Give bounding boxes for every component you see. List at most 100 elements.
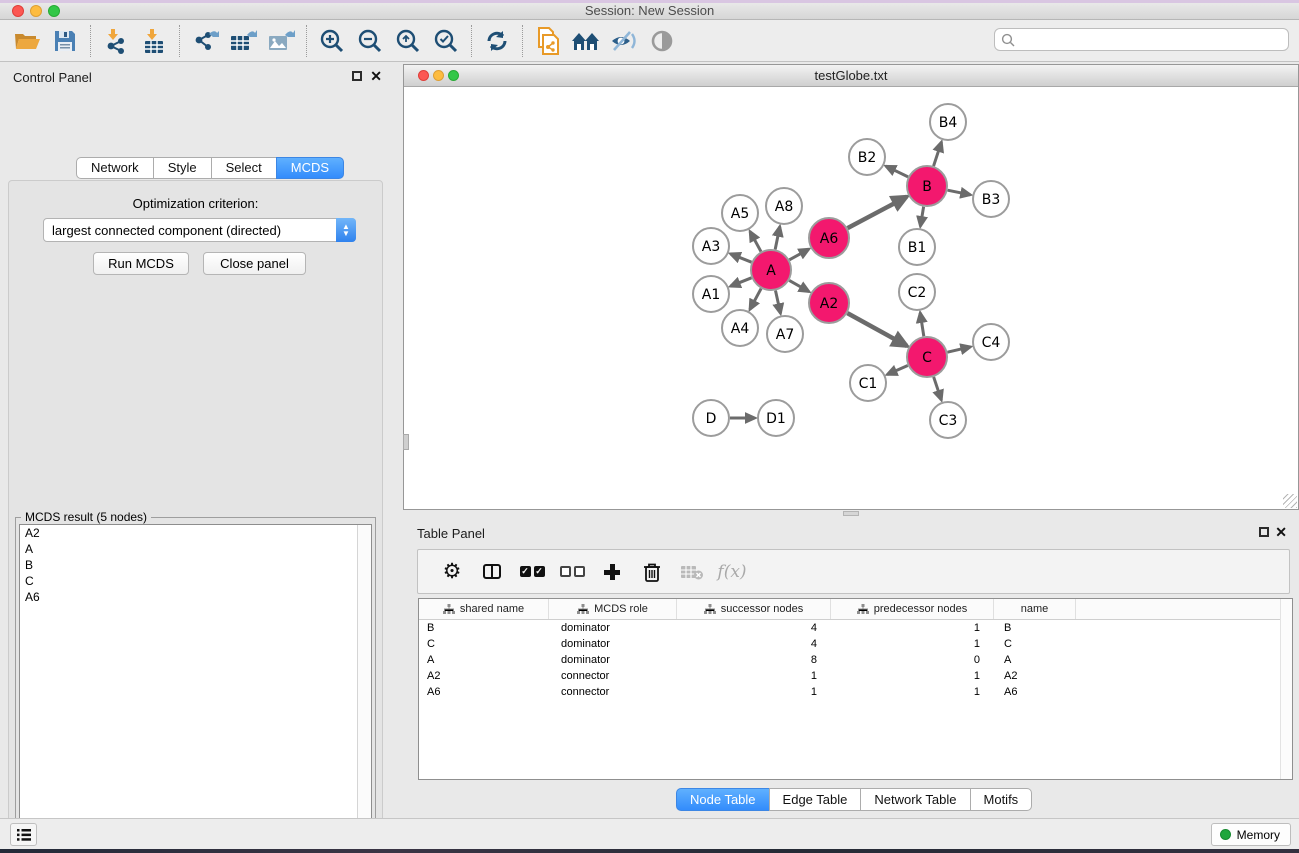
edge-B-B1[interactable] bbox=[920, 207, 923, 227]
table-cell[interactable]: 0 bbox=[831, 652, 994, 668]
search-field[interactable] bbox=[994, 28, 1289, 51]
column-header-MCDS-role[interactable]: MCDS role bbox=[549, 599, 677, 619]
float-panel-button[interactable] bbox=[352, 71, 362, 81]
edge-A-A5[interactable] bbox=[750, 231, 761, 251]
table-cell[interactable]: connector bbox=[549, 684, 677, 700]
table-cell[interactable]: 1 bbox=[831, 684, 994, 700]
network-window-titlebar[interactable]: testGlobe.txt bbox=[404, 65, 1298, 87]
table-close-button[interactable]: ✕ bbox=[1275, 524, 1287, 541]
table-cell[interactable]: dominator bbox=[549, 620, 677, 636]
tab-edge-table[interactable]: Edge Table bbox=[769, 788, 862, 811]
vertical-splitter-handle[interactable] bbox=[403, 434, 409, 450]
criterion-dropdown[interactable]: largest connected component (directed) ▲… bbox=[43, 218, 356, 242]
copy-view-button[interactable] bbox=[529, 23, 567, 59]
table-cell[interactable]: 1 bbox=[677, 684, 831, 700]
graph-node-C1[interactable]: C1 bbox=[850, 365, 886, 401]
tab-mcds[interactable]: MCDS bbox=[276, 157, 344, 179]
edge-A-A4[interactable] bbox=[750, 289, 761, 310]
edge-C-C3[interactable] bbox=[934, 377, 942, 400]
table-cell[interactable]: B bbox=[419, 620, 549, 636]
column-header-shared-name[interactable]: shared name bbox=[419, 599, 549, 619]
table-cell[interactable]: B bbox=[994, 620, 1076, 636]
column-header-predecessor-nodes[interactable]: predecessor nodes bbox=[831, 599, 994, 619]
table-cell[interactable]: 1 bbox=[677, 668, 831, 684]
table-settings-button[interactable]: ⚙ bbox=[432, 554, 472, 590]
resize-grip-icon[interactable] bbox=[1283, 494, 1297, 508]
column-header-name[interactable]: name bbox=[994, 599, 1076, 619]
refresh-button[interactable] bbox=[478, 23, 516, 59]
graph-node-B3[interactable]: B3 bbox=[973, 181, 1009, 217]
edge-C-C2[interactable] bbox=[920, 313, 924, 336]
node-table[interactable]: shared nameMCDS rolesuccessor nodesprede… bbox=[418, 598, 1293, 780]
table-cell[interactable]: A6 bbox=[419, 684, 549, 700]
table-scrollbar[interactable] bbox=[1280, 599, 1292, 779]
table-cell[interactable]: 1 bbox=[831, 636, 994, 652]
zoom-selected-button[interactable] bbox=[427, 23, 465, 59]
table-row[interactable]: Bdominator41B bbox=[419, 620, 1292, 636]
hide-selected-button[interactable] bbox=[605, 23, 643, 59]
tab-network-table[interactable]: Network Table bbox=[860, 788, 970, 811]
open-file-button[interactable] bbox=[8, 23, 46, 59]
import-network-button[interactable] bbox=[97, 23, 135, 59]
search-input[interactable] bbox=[1019, 33, 1282, 47]
show-selected-button[interactable] bbox=[643, 23, 681, 59]
edge-A-A7[interactable] bbox=[775, 291, 780, 314]
table-row[interactable]: Cdominator41C bbox=[419, 636, 1292, 652]
zoom-in-button[interactable] bbox=[313, 23, 351, 59]
graph-node-B1[interactable]: B1 bbox=[899, 229, 935, 265]
add-column-button[interactable] bbox=[592, 554, 632, 590]
list-item[interactable]: B bbox=[20, 557, 371, 573]
graph-node-B4[interactable]: B4 bbox=[930, 104, 966, 140]
graph-node-A4[interactable]: A4 bbox=[722, 310, 758, 346]
graph-node-C[interactable]: C bbox=[907, 337, 947, 377]
tab-network[interactable]: Network bbox=[76, 157, 154, 179]
import-table-button[interactable] bbox=[135, 23, 173, 59]
save-session-button[interactable] bbox=[46, 23, 84, 59]
graph-node-C2[interactable]: C2 bbox=[899, 274, 935, 310]
graph-node-A5[interactable]: A5 bbox=[722, 195, 758, 231]
list-item[interactable]: A bbox=[20, 541, 371, 557]
table-cell[interactable]: A bbox=[994, 652, 1076, 668]
home-button[interactable] bbox=[567, 23, 605, 59]
list-item[interactable]: A6 bbox=[20, 589, 371, 605]
table-row[interactable]: A2connector11A2 bbox=[419, 668, 1292, 684]
edge-A-A3[interactable] bbox=[730, 254, 751, 262]
graph-node-D[interactable]: D bbox=[693, 400, 729, 436]
table-row[interactable]: A6connector11A6 bbox=[419, 684, 1292, 700]
result-scrollbar[interactable] bbox=[357, 525, 371, 853]
network-graph[interactable]: B4B2BB3A8A5A6A3B1AA1C2A2A4A7C4CC1C3DD1 bbox=[404, 87, 1298, 509]
export-image-button[interactable] bbox=[262, 23, 300, 59]
graph-node-B[interactable]: B bbox=[907, 166, 947, 206]
table-cell[interactable]: C bbox=[419, 636, 549, 652]
table-float-button[interactable] bbox=[1259, 527, 1269, 537]
table-cell[interactable]: A6 bbox=[994, 684, 1076, 700]
edge-A2-C[interactable] bbox=[847, 313, 906, 346]
graph-node-A3[interactable]: A3 bbox=[693, 228, 729, 264]
tab-node-table[interactable]: Node Table bbox=[676, 788, 770, 811]
run-mcds-button[interactable]: Run MCDS bbox=[93, 252, 189, 275]
graph-node-A2[interactable]: A2 bbox=[809, 283, 849, 323]
deselect-all-button[interactable] bbox=[552, 554, 592, 590]
network-canvas[interactable]: B4B2BB3A8A5A6A3B1AA1C2A2A4A7C4CC1C3DD1 bbox=[404, 87, 1298, 509]
graph-node-C3[interactable]: C3 bbox=[930, 402, 966, 438]
mcds-result-list[interactable]: A2ABCA6 bbox=[19, 524, 372, 853]
table-cell[interactable]: dominator bbox=[549, 636, 677, 652]
zoom-out-button[interactable] bbox=[351, 23, 389, 59]
function-builder-button[interactable]: f(x) bbox=[712, 554, 752, 590]
table-row[interactable]: Adominator80A bbox=[419, 652, 1292, 668]
graph-node-B2[interactable]: B2 bbox=[849, 139, 885, 175]
column-view-button[interactable] bbox=[472, 554, 512, 590]
close-panel-button[interactable]: ✕ bbox=[370, 68, 382, 85]
edge-A-A8[interactable] bbox=[775, 227, 780, 250]
table-cell[interactable]: dominator bbox=[549, 652, 677, 668]
table-cell[interactable]: C bbox=[994, 636, 1076, 652]
table-cell[interactable]: A bbox=[419, 652, 549, 668]
edge-B-B3[interactable] bbox=[948, 190, 971, 195]
graph-node-C4[interactable]: C4 bbox=[973, 324, 1009, 360]
table-cell[interactable]: connector bbox=[549, 668, 677, 684]
graph-node-A[interactable]: A bbox=[751, 250, 791, 290]
select-all-button[interactable]: ✓✓ bbox=[512, 554, 552, 590]
graph-node-A6[interactable]: A6 bbox=[809, 218, 849, 258]
table-cell[interactable]: A2 bbox=[419, 668, 549, 684]
edge-C-C4[interactable] bbox=[947, 347, 970, 352]
